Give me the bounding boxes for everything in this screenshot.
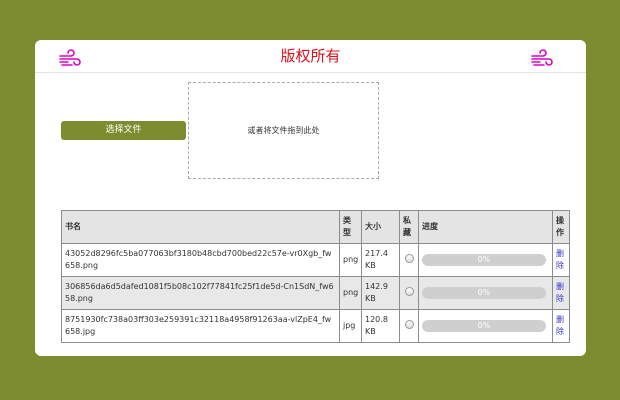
file-name: 8751930fc738a03ff303e259391c32118a4958f9… bbox=[61, 309, 340, 343]
action-cell: 删除 bbox=[552, 276, 570, 310]
delete-link[interactable]: 删除 bbox=[556, 314, 566, 338]
file-type: png bbox=[339, 243, 362, 277]
delete-link[interactable]: 删除 bbox=[556, 248, 566, 272]
card-header: 版权所有 bbox=[35, 40, 586, 73]
file-type: png bbox=[339, 276, 362, 310]
file-size: 120.8 KB bbox=[361, 309, 400, 343]
action-cell: 删除 bbox=[552, 243, 570, 277]
select-file-button[interactable]: 选择文件 bbox=[61, 121, 186, 140]
table-header-row: 书名 类型 大小 私藏 进度 操作 bbox=[61, 210, 570, 244]
progress-label: 0% bbox=[477, 255, 491, 264]
progress-cell: 0% bbox=[418, 243, 553, 277]
progress-cell: 0% bbox=[418, 276, 553, 310]
file-name: 306856da6d5dafed1081f5b08c102f77841fc25f… bbox=[61, 276, 340, 310]
column-header-name: 书名 bbox=[61, 210, 340, 244]
column-header-type: 类型 bbox=[339, 210, 362, 244]
progress-label: 0% bbox=[477, 321, 491, 330]
file-size: 217.4 KB bbox=[361, 243, 400, 277]
table-row: 306856da6d5dafed1081f5b08c102f77841fc25f… bbox=[61, 276, 570, 310]
wind-icon bbox=[531, 49, 553, 66]
file-table: 书名 类型 大小 私藏 进度 操作 43052d8296fc5ba077063b… bbox=[61, 210, 570, 343]
private-cell bbox=[399, 243, 419, 277]
file-name: 43052d8296fc5ba077063bf3180b48cbd700bed2… bbox=[61, 243, 340, 277]
column-header-size: 大小 bbox=[361, 210, 400, 244]
private-cell bbox=[399, 276, 419, 310]
table-row: 43052d8296fc5ba077063bf3180b48cbd700bed2… bbox=[61, 243, 570, 277]
column-header-action: 操作 bbox=[552, 210, 570, 244]
drop-zone-text: 或者将文件拖到此处 bbox=[247, 126, 320, 135]
private-radio[interactable] bbox=[404, 253, 414, 263]
progress-bar: 0% bbox=[422, 254, 546, 266]
progress-label: 0% bbox=[477, 288, 491, 297]
action-cell: 删除 bbox=[552, 309, 570, 343]
file-size: 142.9 KB bbox=[361, 276, 400, 310]
private-radio[interactable] bbox=[404, 286, 414, 296]
progress-bar: 0% bbox=[422, 287, 546, 299]
progress-cell: 0% bbox=[418, 309, 553, 343]
file-type: jpg bbox=[339, 309, 362, 343]
private-cell bbox=[399, 309, 419, 343]
upload-card: 版权所有 选择文件 或者将文件拖到此处 书名 类型 大小 私藏 进度 操作 43… bbox=[35, 40, 586, 356]
delete-link[interactable]: 删除 bbox=[556, 281, 566, 305]
page-title: 版权所有 bbox=[280, 47, 341, 65]
progress-bar: 0% bbox=[422, 320, 546, 332]
file-drop-zone[interactable]: 或者将文件拖到此处 bbox=[188, 82, 379, 179]
private-radio[interactable] bbox=[404, 319, 414, 329]
table-row: 8751930fc738a03ff303e259391c32118a4958f9… bbox=[61, 309, 570, 343]
column-header-progress: 进度 bbox=[418, 210, 553, 244]
column-header-private: 私藏 bbox=[399, 210, 419, 244]
